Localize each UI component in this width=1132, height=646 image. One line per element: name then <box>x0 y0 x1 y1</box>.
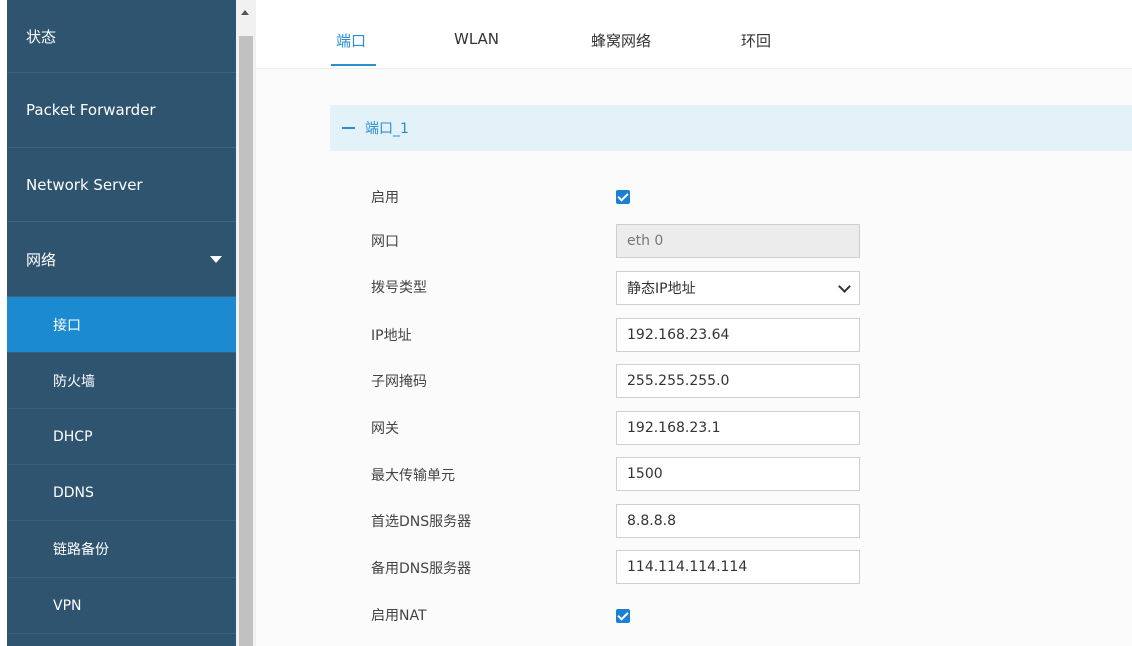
chevron-down-icon <box>838 280 851 293</box>
interface-field <box>616 224 860 258</box>
dns1-field-wrap <box>616 504 860 538</box>
sidebar-item-network[interactable]: 网络 <box>7 222 236 297</box>
gateway-label: 网关 <box>371 421 399 437</box>
sidebar-item-label: 状态 <box>26 27 57 46</box>
sidebar-item-dhcp[interactable]: DHCP <box>7 409 236 465</box>
sidebar-item-vpn[interactable]: VPN <box>7 578 236 634</box>
mtu-field-wrap <box>616 457 860 491</box>
sidebar: 状态 Packet Forwarder Network Server 网络 接口… <box>7 0 236 646</box>
sidebar-item-label: 链路备份 <box>53 542 109 558</box>
sidebar-item-label: VPN <box>53 597 82 614</box>
tab-loopback[interactable]: 环回 <box>741 30 771 51</box>
mtu-label: 最大传输单元 <box>371 468 455 484</box>
dial-type-value: 静态IP地址 <box>627 281 696 297</box>
dial-type-select[interactable]: 静态IP地址 <box>616 271 860 305</box>
sidebar-item-label: 防火墙 <box>53 373 95 390</box>
dns2-label: 备用DNS服务器 <box>371 561 472 577</box>
ip-label: IP地址 <box>371 328 412 344</box>
sidebar-item-ddns[interactable]: DDNS <box>7 465 236 521</box>
panel-title: 端口_1 <box>365 121 409 137</box>
enable-label: 启用 <box>371 190 399 206</box>
tab-bar: 端口 WLAN 蜂窝网络 环回 <box>256 0 1132 69</box>
tab-port[interactable]: 端口 <box>336 30 366 51</box>
tab-cellular[interactable]: 蜂窝网络 <box>591 30 651 51</box>
dns1-label: 首选DNS服务器 <box>371 514 472 530</box>
sidebar-scrollbar[interactable] <box>236 0 256 646</box>
dns2-field-wrap <box>616 550 860 584</box>
sidebar-item-label: 网络 <box>26 250 57 269</box>
sidebar-item-network-server[interactable]: Network Server <box>7 148 236 222</box>
sidebar-item-link-backup[interactable]: 链路备份 <box>7 521 236 578</box>
nat-checkbox[interactable] <box>616 609 630 623</box>
interface-label: 网口 <box>371 234 399 250</box>
gateway-input[interactable] <box>616 411 860 445</box>
mtu-input[interactable] <box>616 457 860 491</box>
sidebar-item-packet-forwarder[interactable]: Packet Forwarder <box>7 73 236 148</box>
sidebar-item-firewall[interactable]: 防火墙 <box>7 353 236 409</box>
subnet-mask-input[interactable] <box>616 364 860 398</box>
active-tab-indicator <box>331 64 376 66</box>
app-window: 状态 Packet Forwarder Network Server 网络 接口… <box>0 0 1132 646</box>
ip-address-input[interactable] <box>616 318 860 352</box>
sidebar-item-label: DHCP <box>53 428 93 445</box>
mask-label: 子网掩码 <box>371 374 427 390</box>
sidebar-item-label: Packet Forwarder <box>26 101 156 119</box>
dial-type-field-wrap: 静态IP地址 <box>616 271 860 305</box>
enable-checkbox-wrap <box>616 190 630 204</box>
collapse-minus-icon[interactable] <box>342 127 355 129</box>
sidebar-item-label: Network Server <box>26 175 143 194</box>
scrollbar-thumb[interactable] <box>239 36 253 646</box>
sidebar-item-status[interactable]: 状态 <box>7 0 236 73</box>
ip-field-wrap <box>616 318 860 352</box>
scroll-up-arrow-icon[interactable] <box>241 10 249 15</box>
sidebar-item-label: DDNS <box>53 484 94 501</box>
main-content: 端口_1 启用 网口 拨号类型 静态IP地址 IP地址 子网掩码 <box>256 69 1132 646</box>
sidebar-item-label: 接口 <box>53 317 81 334</box>
tab-wlan[interactable]: WLAN <box>454 30 499 48</box>
caret-down-icon <box>210 256 222 263</box>
nat-label: 启用NAT <box>371 608 427 624</box>
enable-checkbox[interactable] <box>616 190 630 204</box>
primary-dns-input[interactable] <box>616 504 860 538</box>
secondary-dns-input[interactable] <box>616 550 860 584</box>
interface-field-wrap <box>616 224 860 258</box>
dial-type-label: 拨号类型 <box>371 280 427 296</box>
gateway-field-wrap <box>616 411 860 445</box>
sidebar-item-interface[interactable]: 接口 <box>7 297 236 353</box>
panel-header-port-1[interactable]: 端口_1 <box>330 105 1132 151</box>
mask-field-wrap <box>616 364 860 398</box>
nat-checkbox-wrap <box>616 609 630 623</box>
